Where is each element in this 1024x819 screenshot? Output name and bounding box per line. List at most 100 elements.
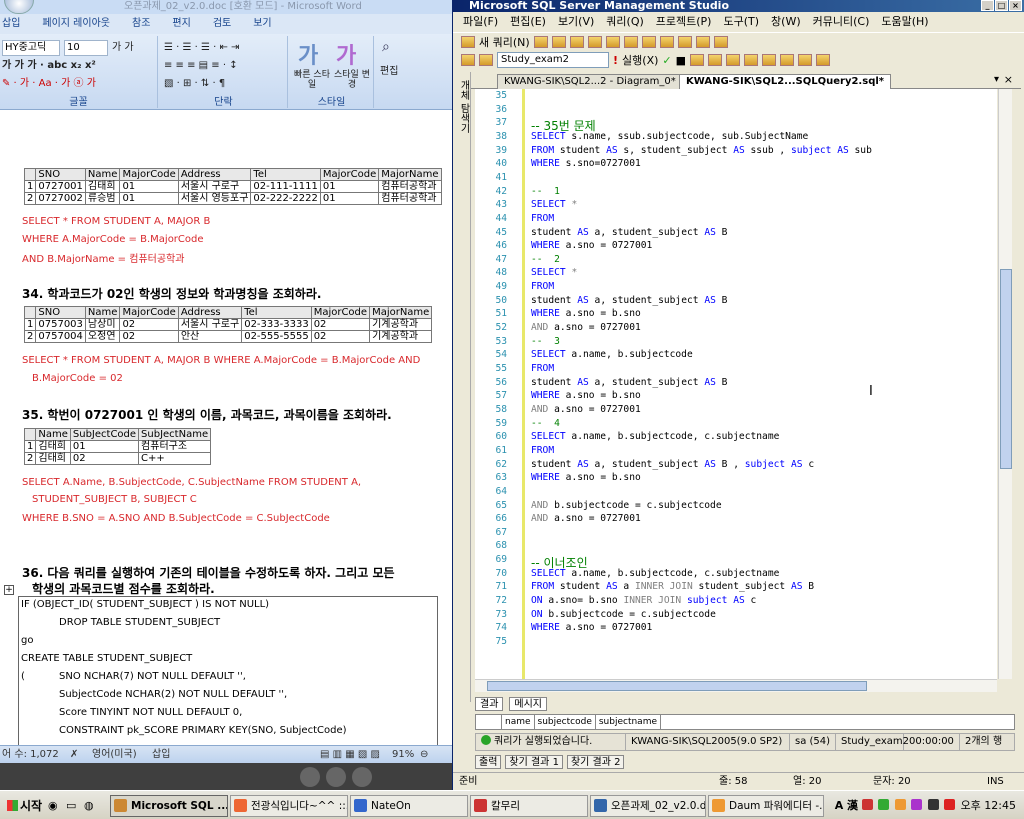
tab-messages[interactable]: 메시지 bbox=[509, 697, 548, 711]
word-count[interactable]: 어 수: 1,072 bbox=[2, 746, 59, 764]
code-line[interactable]: AND a.sno = 0727001 bbox=[531, 404, 641, 415]
properties-icon[interactable] bbox=[713, 35, 728, 48]
menu-window[interactable]: 창(W) bbox=[771, 12, 801, 32]
db-engine-query-icon[interactable] bbox=[551, 35, 566, 48]
menu-file[interactable]: 파일(F) bbox=[463, 12, 498, 32]
object-explorer-icon[interactable] bbox=[677, 35, 692, 48]
view-buttons-icon[interactable]: ▤ ▥ ▦ ▧ ▨ bbox=[320, 746, 380, 764]
tray-app-icon[interactable] bbox=[878, 799, 890, 810]
font-name-select[interactable]: HY중고딕 bbox=[2, 40, 60, 56]
query-editor[interactable]: 35 36 37 -- 35번 문제 38 SELECT s.name, ssub.sub… bbox=[475, 89, 997, 679]
template-explorer-icon[interactable] bbox=[695, 35, 710, 48]
quick-style-button[interactable]: 빠른 스타일 bbox=[292, 70, 332, 90]
code-line[interactable]: FROM student AS a INNER JOIN student_sub… bbox=[531, 581, 814, 592]
insert-mode[interactable]: 삽입 bbox=[152, 746, 170, 764]
code-line[interactable]: SELECT a.name, b.subjectcode bbox=[531, 349, 693, 360]
code-line[interactable]: FROM bbox=[531, 213, 554, 224]
prev-button-icon[interactable] bbox=[300, 767, 320, 787]
code-line[interactable]: SELECT s.name, ssub.subjectcode, sub.Sub… bbox=[531, 131, 808, 142]
results-to-grid-icon[interactable] bbox=[726, 54, 741, 66]
new-query-button[interactable]: 새 쿼리(N) bbox=[479, 34, 530, 50]
task-word[interactable]: 오픈과제_02_v2.0.d... bbox=[590, 795, 706, 817]
registered-servers-icon[interactable] bbox=[659, 35, 674, 48]
code-line[interactable]: WHERE a.sno = b.sno bbox=[531, 308, 641, 319]
zoom-out-icon[interactable]: ⊖ bbox=[420, 746, 428, 764]
cancel-query-icon[interactable]: ■ bbox=[676, 54, 686, 67]
column-subjectcode[interactable]: subjectcode bbox=[535, 715, 596, 729]
code-line[interactable]: FROM student AS s, student_subject AS ss… bbox=[531, 145, 872, 156]
save-icon[interactable] bbox=[623, 35, 638, 48]
tab-diagram[interactable]: KWANG-SIK\SQL2...2 - Diagram_0* bbox=[497, 74, 683, 89]
change-connection-icon[interactable] bbox=[479, 54, 493, 66]
tab-mailings[interactable]: 편지 bbox=[172, 14, 190, 34]
tab-references[interactable]: 참조 bbox=[132, 14, 150, 34]
results-grid[interactable]: name subjectcode subjectname bbox=[475, 714, 1015, 730]
code-line[interactable]: student AS a, student_subject AS B bbox=[531, 377, 727, 388]
menu-edit[interactable]: 편집(E) bbox=[510, 12, 546, 32]
code-line[interactable]: student AS a, student_subject AS B bbox=[531, 295, 727, 306]
tray-app-icon[interactable] bbox=[944, 799, 956, 810]
menu-community[interactable]: 커뮤니티(C) bbox=[813, 12, 870, 32]
code-line[interactable]: -- 3 bbox=[531, 336, 560, 347]
find-binoculars-icon[interactable]: ⌕ bbox=[382, 40, 390, 55]
zoom-level[interactable]: 91% bbox=[392, 746, 414, 764]
code-line[interactable]: SELECT a.name, b.subjectcode, c.subjectn… bbox=[531, 568, 779, 579]
grow-font-icon[interactable]: 가 가 bbox=[112, 40, 134, 55]
task-browser[interactable]: 전광식입니다~^^ ::... bbox=[230, 795, 348, 817]
code-line[interactable]: -- 4 bbox=[531, 418, 560, 429]
shading-border-icons[interactable]: ▧ · ⊞ · ⇅ · ¶ bbox=[164, 76, 225, 91]
menu-view[interactable]: 보기(V) bbox=[558, 12, 594, 32]
outdent-icon[interactable] bbox=[816, 54, 831, 66]
bold-italic-icons[interactable]: 가 가 가 · abc x₂ x² bbox=[2, 58, 96, 73]
new-query-icon[interactable] bbox=[461, 35, 475, 48]
tab-output[interactable]: 출력 bbox=[475, 755, 502, 769]
column-subjectname[interactable]: subjectname bbox=[596, 715, 662, 729]
execute-button[interactable]: 실행(X) bbox=[622, 52, 658, 68]
menu-project[interactable]: 프로젝트(P) bbox=[656, 12, 712, 32]
task-nateon[interactable]: NateOn bbox=[350, 795, 468, 817]
play-button-icon[interactable] bbox=[326, 767, 346, 787]
edit-button[interactable]: 편집 bbox=[380, 64, 398, 79]
tray-app-icon[interactable] bbox=[894, 799, 906, 810]
quicklaunch-desktop-icon[interactable]: ▭ bbox=[66, 799, 76, 812]
object-explorer-label[interactable]: 개체 탐색기 bbox=[456, 80, 471, 133]
tab-view[interactable]: 보기 bbox=[253, 14, 271, 34]
horizontal-scroll-thumb[interactable] bbox=[487, 681, 867, 691]
code-line[interactable]: ON b.subjectcode = c.subjectcode bbox=[531, 609, 716, 620]
word-office-button[interactable] bbox=[4, 0, 34, 14]
code-line[interactable]: FROM bbox=[531, 445, 554, 456]
tab-dropdown-icon[interactable]: ▾ bbox=[994, 74, 999, 85]
editor-vertical-scrollbar[interactable] bbox=[998, 89, 1012, 679]
code-line[interactable]: -- 2 bbox=[531, 254, 560, 265]
spell-check-icon[interactable]: ✗ bbox=[70, 746, 78, 764]
tab-find-results-1[interactable]: 찾기 결과 1 bbox=[505, 755, 563, 769]
code-line[interactable]: student AS a, student_subject AS B , sub… bbox=[531, 459, 814, 470]
results-to-text-icon[interactable] bbox=[708, 54, 723, 66]
code-line[interactable]: WHERE a.sno = 0727001 bbox=[531, 240, 652, 251]
column-name[interactable]: name bbox=[502, 715, 535, 729]
code-line[interactable]: SELECT * bbox=[531, 199, 577, 210]
font-color-icons[interactable]: ✎ · 가 · Aa · 가 ⓐ 가 bbox=[2, 76, 96, 91]
code-line[interactable]: AND a.sno = 0727001 bbox=[531, 322, 641, 333]
results-to-file-icon[interactable] bbox=[744, 54, 759, 66]
clock[interactable]: 오후 12:45 bbox=[961, 799, 1016, 812]
display-plan-icon[interactable] bbox=[690, 54, 705, 66]
code-line[interactable]: FROM bbox=[531, 363, 554, 374]
code-line[interactable]: -- 1 bbox=[531, 186, 560, 197]
code-line[interactable]: AND a.sno = 0727001 bbox=[531, 513, 641, 524]
table-move-handle-icon[interactable]: + bbox=[4, 585, 14, 595]
next-button-icon[interactable] bbox=[352, 767, 372, 787]
execute-icon[interactable]: ! bbox=[613, 54, 618, 67]
tab-sqlquery2[interactable]: KWANG-SIK\SQL2...SQLQuery2.sql* bbox=[679, 74, 892, 89]
object-explorer-sidebar[interactable]: 개체 탐색기 bbox=[453, 72, 471, 702]
database-select[interactable]: Study_exam2 bbox=[497, 52, 609, 68]
quick-style-icon[interactable]: 가 bbox=[298, 38, 318, 70]
code-line[interactable]: WHERE a.sno = 0727001 bbox=[531, 622, 652, 633]
font-size-select[interactable]: 10 bbox=[64, 40, 108, 56]
quicklaunch-browser-icon[interactable]: ◍ bbox=[84, 799, 94, 812]
menu-tools[interactable]: 도구(T) bbox=[723, 12, 759, 32]
task-daum-editor[interactable]: Daum 파워에디터 -... bbox=[708, 795, 824, 817]
list-icons[interactable]: ☰ · ☰ · ☰ · ⇤ ⇥ bbox=[164, 40, 239, 55]
editor-horizontal-scrollbar[interactable] bbox=[475, 679, 997, 692]
tab-find-results-2[interactable]: 찾기 결과 2 bbox=[566, 755, 625, 769]
